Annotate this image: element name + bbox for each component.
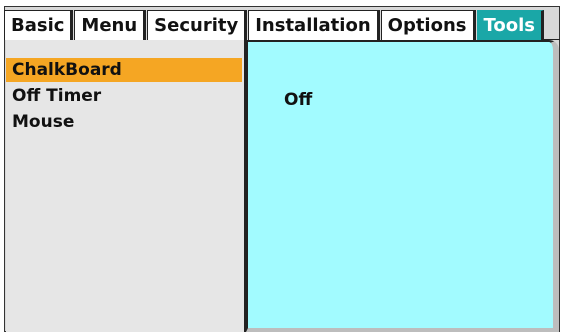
menu-list: ChalkBoard Off Timer Mouse [6,40,246,332]
detail-panel: Off [246,40,559,332]
tab-options[interactable]: Options [380,10,476,40]
tab-basic[interactable]: Basic [4,10,74,40]
menu-item-off-timer[interactable]: Off Timer [6,84,242,108]
tab-bar-filler [544,6,560,40]
menu-item-chalkboard[interactable]: ChalkBoard [6,58,242,82]
tab-bar: Basic Menu Security Installation Options… [4,6,560,40]
tab-tools[interactable]: Tools [476,10,545,40]
setting-value[interactable]: Off [284,90,312,110]
tab-security[interactable]: Security [147,10,248,40]
menu-item-mouse[interactable]: Mouse [6,110,242,134]
tab-menu[interactable]: Menu [74,10,147,40]
tab-installation[interactable]: Installation [248,10,380,40]
